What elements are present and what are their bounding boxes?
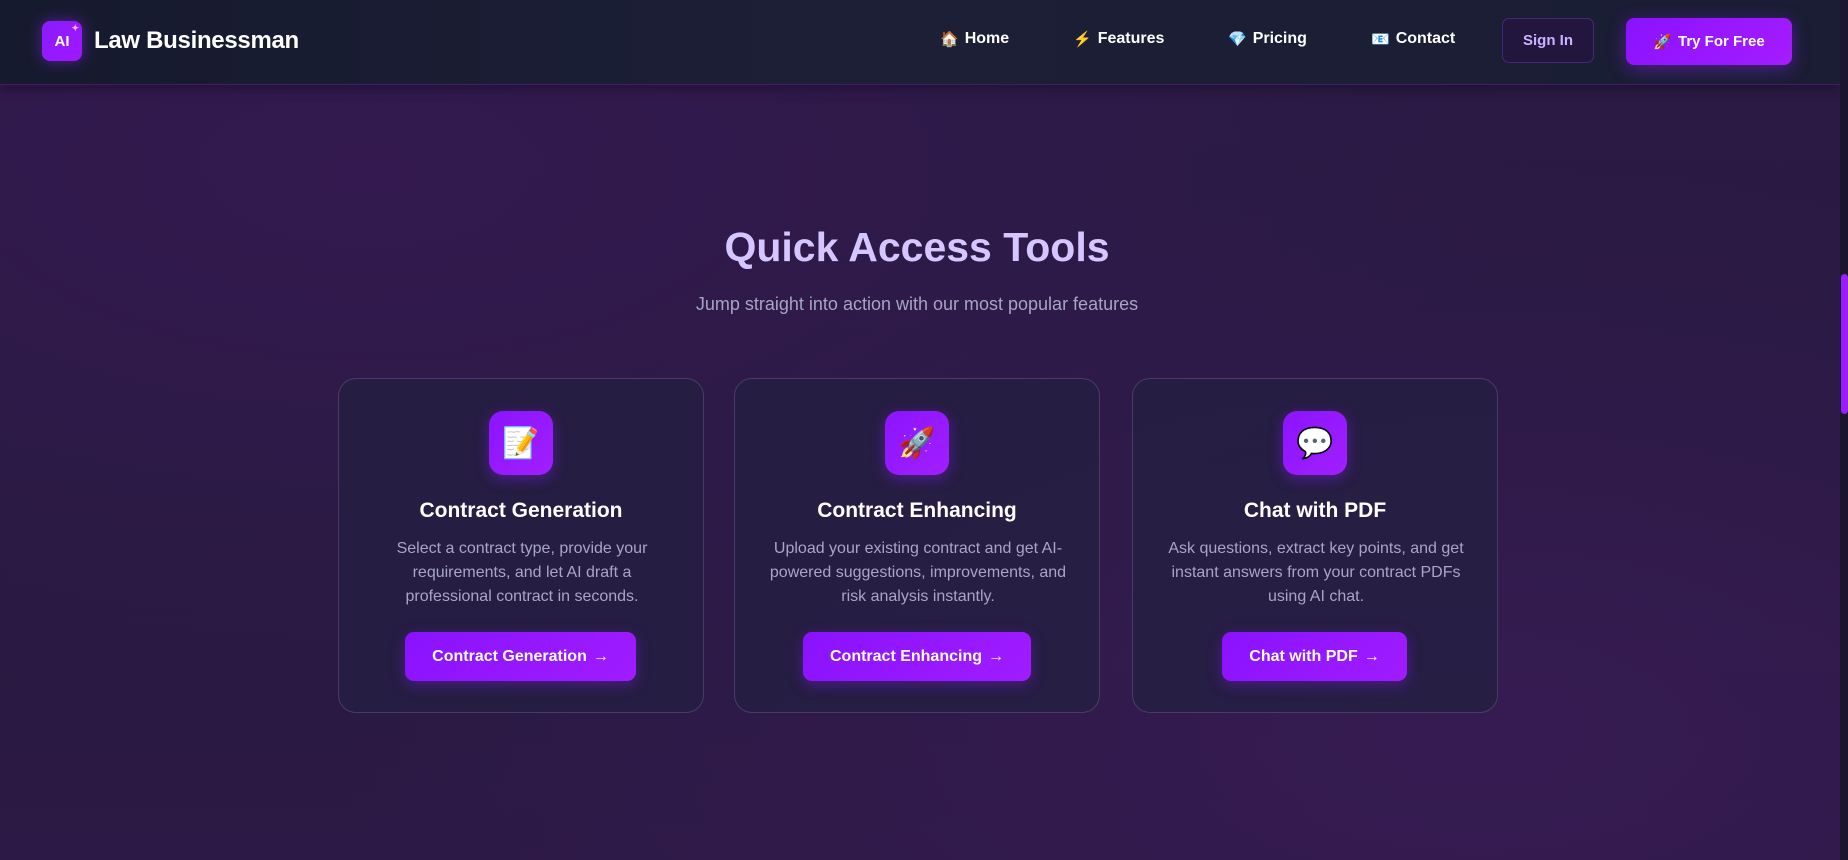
card-description: Select a contract type, provide your req… bbox=[396, 540, 648, 605]
contract-generation-button[interactable]: Contract Generation → bbox=[405, 632, 636, 681]
button-label: Contract Enhancing bbox=[829, 647, 982, 665]
section-title: Quick Access Tools bbox=[724, 224, 1110, 270]
nav-features[interactable]: ⚡ Features bbox=[1073, 30, 1164, 48]
nav-home[interactable]: 🏠 Home bbox=[940, 30, 1009, 48]
gem-icon: 💎 bbox=[1228, 31, 1247, 48]
speech-bubble-icon: 💬 bbox=[1283, 411, 1347, 475]
nav-features-label: Features bbox=[1097, 30, 1165, 47]
try-for-free-label: Try For Free bbox=[1677, 33, 1765, 50]
page-scrollbar[interactable] bbox=[1840, 0, 1848, 860]
card-description: Upload your existing contract and get AI… bbox=[769, 540, 1067, 605]
tool-card-contract-enhancing: 🚀 Contract Enhancing Upload your existin… bbox=[734, 378, 1100, 713]
logo-text: AI bbox=[54, 32, 70, 50]
nav-pricing-label: Pricing bbox=[1252, 30, 1307, 47]
tool-card-contract-generation: 📝 Contract Generation Select a contract … bbox=[338, 378, 704, 713]
rocket-icon: 🚀 bbox=[885, 411, 949, 475]
rocket-icon: 🚀 bbox=[1653, 33, 1672, 51]
brand[interactable]: AI ✦ Law Businessman bbox=[42, 21, 299, 61]
nav-pricing[interactable]: 💎 Pricing bbox=[1228, 30, 1307, 48]
brand-name[interactable]: Law Businessman bbox=[94, 27, 299, 55]
button-label: Chat with PDF bbox=[1249, 647, 1358, 665]
sparkle-icon: ✦ bbox=[71, 23, 79, 33]
logo[interactable]: AI ✦ bbox=[42, 21, 82, 61]
nav-contact-label: Contact bbox=[1395, 30, 1456, 47]
card-title: Contract Enhancing bbox=[817, 499, 1017, 522]
top-navbar: AI ✦ Law Businessman 🏠 Home ⚡ Features 💎… bbox=[0, 0, 1840, 85]
tool-card-chat-with-pdf: 💬 Chat with PDF Ask questions, extract k… bbox=[1132, 378, 1498, 713]
email-icon: 📧 bbox=[1371, 31, 1390, 48]
card-title: Chat with PDF bbox=[1243, 499, 1387, 522]
lightning-icon: ⚡ bbox=[1073, 31, 1092, 48]
sign-in-button[interactable]: Sign In bbox=[1502, 18, 1594, 63]
chat-with-pdf-button[interactable]: Chat with PDF → bbox=[1222, 632, 1407, 681]
contract-enhancing-button[interactable]: Contract Enhancing → bbox=[803, 632, 1031, 681]
section-subtitle: Jump straight into action with our most … bbox=[695, 294, 1139, 314]
arrow-right-icon: → bbox=[1363, 647, 1380, 665]
card-description: Ask questions, extract key points, and g… bbox=[1168, 540, 1464, 605]
card-title: Contract Generation bbox=[419, 499, 623, 522]
arrow-right-icon: → bbox=[988, 647, 1004, 665]
try-for-free-button[interactable]: 🚀 Try For Free bbox=[1626, 18, 1792, 65]
button-label: Contract Generation bbox=[432, 647, 587, 665]
nav-contact[interactable]: 📧 Contact bbox=[1371, 30, 1455, 48]
nav-home-label: Home bbox=[964, 30, 1010, 47]
arrow-right-icon: → bbox=[592, 647, 609, 665]
scrollbar-thumb[interactable] bbox=[1841, 274, 1848, 414]
memo-icon: 📝 bbox=[489, 411, 553, 475]
home-icon: 🏠 bbox=[940, 31, 959, 48]
